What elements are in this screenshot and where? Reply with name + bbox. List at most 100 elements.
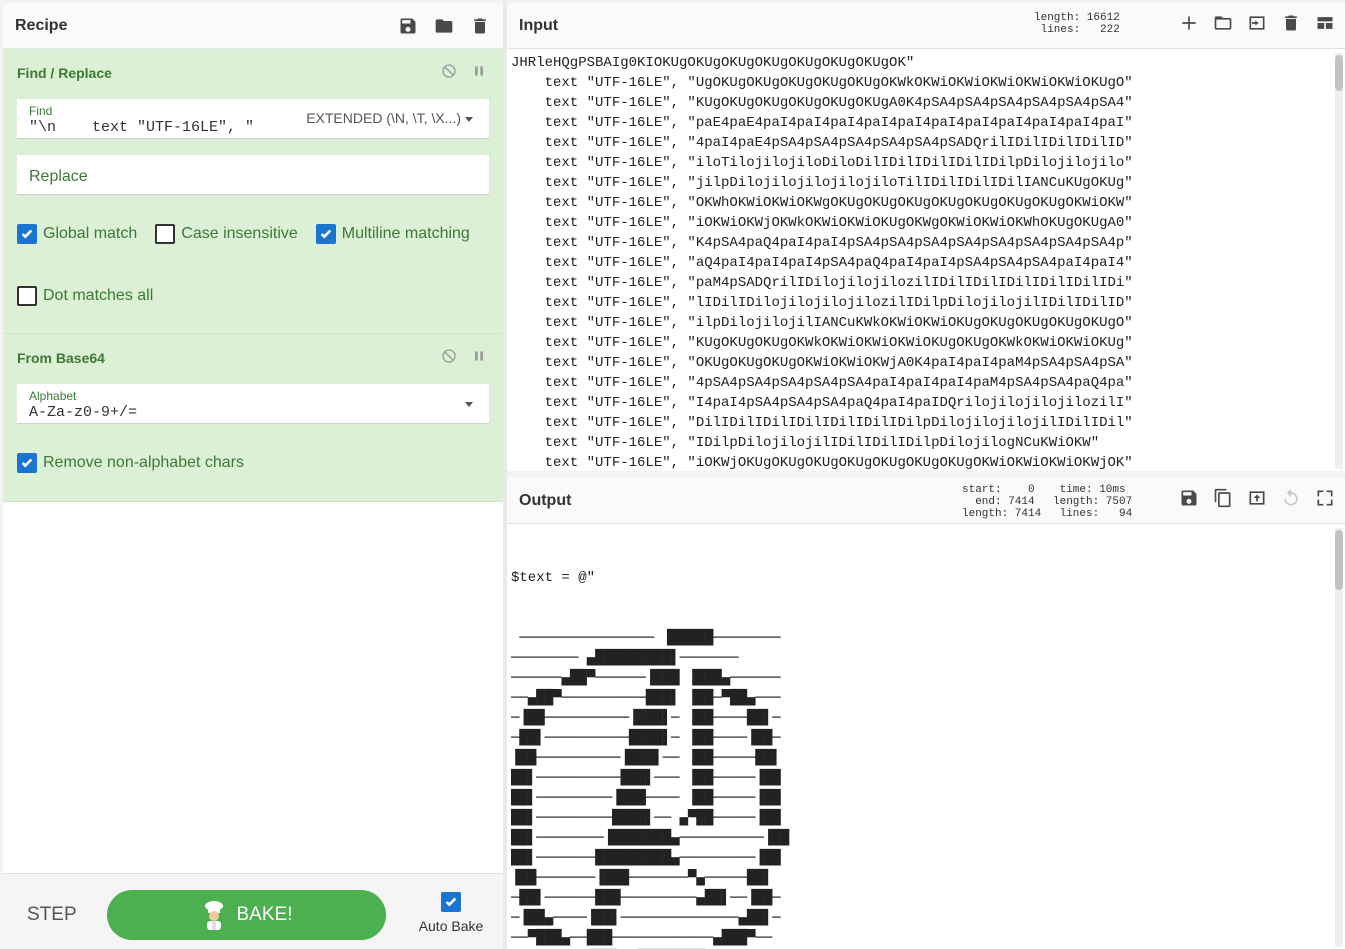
disable-op-icon[interactable] xyxy=(441,63,457,84)
input-line: text "UTF-16LE", "KUgOKUgOKUgOKUgOKUgOKU… xyxy=(511,95,1133,111)
bake-button[interactable]: BAKE! xyxy=(107,890,386,940)
output-line: ──▀███▄──███────────────▄███▀── xyxy=(511,930,773,946)
multiline-matching-label: Multiline matching xyxy=(341,225,470,242)
input-line: text "UTF-16LE", "jilpDilojilojilojiloji… xyxy=(511,175,1133,191)
find-field[interactable]: Find "\n text "UTF-16LE", " EXTENDED (\N… xyxy=(17,99,489,139)
output-line: ──────────────── ▐█████──────── xyxy=(511,630,781,646)
chevron-down-icon xyxy=(465,401,473,407)
output-scrollbar[interactable] xyxy=(1335,528,1343,947)
input-pane: Input length: 16612 lines: 222 JHRleHQgP… xyxy=(507,3,1345,471)
input-line: text "UTF-16LE", "OKWhOKWiOKWiOKWgOKUgOK… xyxy=(511,195,1133,211)
output-line: ─██▌──────███─────────▄██▌──▐██─ xyxy=(511,890,781,906)
find-mode-dropdown[interactable]: EXTENDED (\N, \T, \X...) xyxy=(306,110,473,126)
output-line: ▐██──────────▐███▌── ▐██─────██▌ xyxy=(511,750,781,766)
load-recipe-folder-icon[interactable] xyxy=(433,15,455,37)
input-line: text "UTF-16LE", "4pSA4pSA4pSA4pSA4pSA4p… xyxy=(511,375,1133,391)
input-line: text "UTF-16LE", "aQ4paI4paI4paI4pSA4paQ… xyxy=(511,255,1133,271)
output-line: ██▌─────────▐███──── ▐██─────▐██ xyxy=(511,790,781,806)
checkbox-checked-icon[interactable] xyxy=(17,453,37,473)
replace-input-with-output-icon[interactable] xyxy=(1247,488,1267,513)
global-match-checkbox[interactable]: Global match xyxy=(17,224,137,244)
recipe-title: Recipe xyxy=(15,16,68,34)
output-textarea[interactable]: $text = @" ──────────────── ▐█████──────… xyxy=(511,528,1331,949)
pause-op-icon[interactable] xyxy=(471,63,487,84)
checkbox-unchecked-icon[interactable] xyxy=(155,224,176,244)
checkbox-checked-icon[interactable] xyxy=(17,224,37,244)
output-line: ──────── ▄█████████▌─────── xyxy=(511,650,739,666)
input-line: text "UTF-16LE", "iOKWiOKWjOKWkOKWiOKWiO… xyxy=(511,215,1133,231)
case-insensitive-label: Case insensitive xyxy=(181,225,298,242)
find-mode-label: EXTENDED (\N, \T, \X...) xyxy=(306,110,461,126)
copy-output-icon[interactable] xyxy=(1213,488,1233,513)
output-line: ██▌──────────███▌─── ▐██─────▐██ xyxy=(511,770,781,786)
global-match-label: Global match xyxy=(43,225,138,242)
input-line: text "UTF-16LE", "UgOKUgOKUgOKUgOKUgOKUg… xyxy=(511,75,1133,91)
output-header: Output start: 0 end: 7414 length: 7414 t… xyxy=(507,478,1345,524)
open-file-icon[interactable] xyxy=(1247,13,1267,38)
pause-op-icon[interactable] xyxy=(471,348,487,369)
output-line: ██▌───────█████████▄─────────▐██ xyxy=(511,850,781,866)
replace-input[interactable]: Replace xyxy=(29,168,88,186)
step-button[interactable]: STEP xyxy=(27,904,77,926)
output-line: ██▌─────────████▌── ▄▀██─────▐██ xyxy=(511,810,781,826)
add-tab-icon[interactable] xyxy=(1179,13,1199,38)
alphabet-input[interactable]: A-Za-z0-9+/= xyxy=(29,404,137,421)
undo-icon[interactable] xyxy=(1281,488,1301,513)
input-textarea[interactable]: JHRleHQgPSBAIg0KIOKUgOKUgOKUgOKUgOKUgOKU… xyxy=(511,53,1331,471)
clear-input-trash-icon[interactable] xyxy=(1281,13,1301,38)
checkbox-unchecked-icon[interactable] xyxy=(17,286,37,306)
dot-matches-all-label: Dot matches all xyxy=(43,287,154,304)
clear-recipe-trash-icon[interactable] xyxy=(469,15,491,37)
multiline-matching-checkbox[interactable]: Multiline matching xyxy=(315,224,470,244)
input-line: text "UTF-16LE", "IDilpDilojilojilIDilID… xyxy=(511,435,1100,451)
case-insensitive-checkbox[interactable]: Case insensitive xyxy=(155,224,298,244)
remove-non-alphabet-label: Remove non-alphabet chars xyxy=(43,454,245,471)
output-first-line: $text = @" xyxy=(511,570,596,586)
reset-layout-icon[interactable] xyxy=(1315,13,1335,38)
op-title-find-replace: Find / Replace xyxy=(17,65,112,81)
output-line: ─▐██▄────▐██▌──────────────▄██▌─ xyxy=(511,910,781,926)
output-stats-selection: start: 0 end: 7414 length: 7414 xyxy=(962,484,1042,520)
input-line: text "UTF-16LE", "lIDilIDilojilojilojilo… xyxy=(511,295,1133,311)
recipe-header: Recipe xyxy=(3,3,503,49)
chevron-down-icon xyxy=(465,116,473,122)
chef-icon xyxy=(204,901,223,930)
find-input[interactable]: "\n text "UTF-16LE", " xyxy=(29,119,254,136)
cyberchef-app: Recipe Find / Replace Find "\n text "UTF… xyxy=(0,0,1345,949)
output-line: ─██▌──────────████▌─ ▐██────▐██─ xyxy=(511,730,781,746)
alphabet-dropdown[interactable] xyxy=(461,395,473,411)
input-line: text "UTF-16LE", "4paI4paE4pSA4pSA4pSA4p… xyxy=(511,135,1133,151)
input-line: text "UTF-16LE", "paM4pSADQrilIDilojiloj… xyxy=(511,275,1133,291)
input-line: text "UTF-16LE", "iloTilojilojiloDiloDil… xyxy=(511,155,1133,171)
op-title-from-base64: From Base64 xyxy=(17,350,105,366)
input-stats: length: 16612 lines: 222 xyxy=(1034,12,1120,36)
operation-find-replace: Find / Replace Find "\n text "UTF-16LE",… xyxy=(3,49,503,334)
alphabet-field[interactable]: Alphabet A-Za-z0-9+/= xyxy=(17,384,489,424)
auto-bake-toggle[interactable]: Auto Bake xyxy=(411,892,491,934)
input-line: text "UTF-16LE", "I4paI4pSA4pSA4pSA4paQ4… xyxy=(511,395,1133,411)
input-line: text "UTF-16LE", "KUgOKUgOKUgOKWkOKWiOKW… xyxy=(511,335,1133,351)
replace-field[interactable]: Replace xyxy=(17,155,489,195)
input-header: Input length: 16612 lines: 222 xyxy=(507,3,1345,49)
auto-bake-label: Auto Bake xyxy=(418,918,484,934)
remove-non-alphabet-checkbox[interactable]: Remove non-alphabet chars xyxy=(17,453,244,473)
open-folder-icon[interactable] xyxy=(1213,13,1233,38)
maximise-output-icon[interactable] xyxy=(1315,488,1335,513)
output-ascii-art: ──────────────── ▐█████──────── ──────── … xyxy=(511,628,1331,949)
disable-op-icon[interactable] xyxy=(441,348,457,369)
alphabet-label: Alphabet xyxy=(29,389,77,403)
input-line: JHRleHQgPSBAIg0KIOKUgOKUgOKUgOKUgOKUgOKU… xyxy=(511,55,915,71)
find-label: Find xyxy=(29,104,53,118)
output-pane: Output start: 0 end: 7414 length: 7414 t… xyxy=(507,478,1345,949)
output-line: ──────▄██▀──────▐███ ▐███▄────── xyxy=(511,670,781,686)
save-output-icon[interactable] xyxy=(1179,488,1199,513)
checkbox-checked-icon[interactable] xyxy=(441,892,461,912)
checkbox-checked-icon[interactable] xyxy=(315,224,336,244)
output-line: ▐██───────▐███───────▀▄─────██▌ xyxy=(511,870,773,886)
dot-matches-all-checkbox[interactable]: Dot matches all xyxy=(17,286,153,306)
input-scrollbar[interactable] xyxy=(1335,53,1343,469)
output-line: ─▐██──────────▐███▌─ ▐██────██▌─ xyxy=(511,710,781,726)
input-line: text "UTF-16LE", "ilpDilojilojilIANCuKWk… xyxy=(511,315,1133,331)
bake-label: BAKE! xyxy=(236,904,293,925)
save-recipe-icon[interactable] xyxy=(397,15,419,37)
